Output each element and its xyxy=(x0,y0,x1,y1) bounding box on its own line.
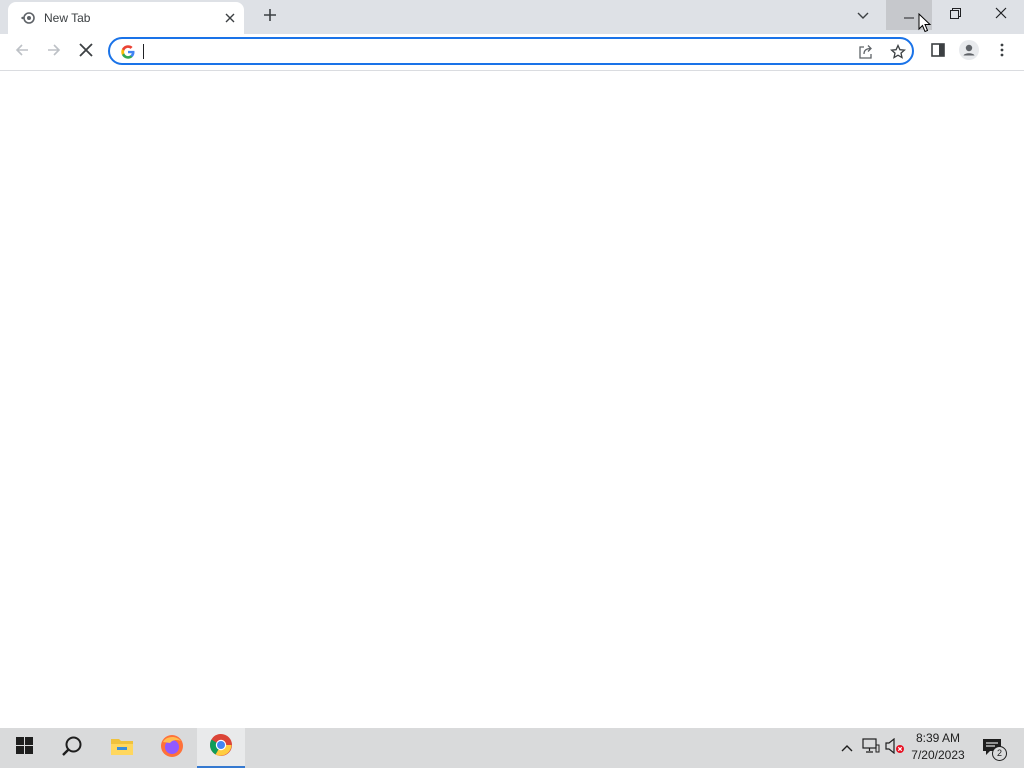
avatar-icon xyxy=(959,39,979,65)
show-hidden-icons-button[interactable] xyxy=(838,728,856,768)
side-panel-button[interactable] xyxy=(924,38,952,66)
search-icon xyxy=(61,735,83,762)
clock-time: 8:39 AM xyxy=(915,731,961,745)
google-icon xyxy=(120,44,136,60)
tab-new-tab[interactable]: New Tab xyxy=(8,2,244,34)
chevron-up-icon xyxy=(841,739,853,757)
action-center-button[interactable]: 2 xyxy=(978,728,1008,768)
back-button[interactable] xyxy=(8,38,36,66)
chrome-newtab-icon xyxy=(20,10,36,26)
arrow-left-icon xyxy=(14,42,30,63)
clock-date: 7/20/2023 xyxy=(911,748,965,762)
side-panel-icon xyxy=(931,42,945,62)
profile-button[interactable] xyxy=(955,38,983,66)
windows-taskbar: 8:39 AM 7/20/2023 2 xyxy=(0,728,1024,768)
stop-button[interactable] xyxy=(72,38,100,66)
browser-toolbar xyxy=(0,34,1024,71)
firefox-icon xyxy=(160,734,184,763)
page-content[interactable] xyxy=(0,71,1024,728)
kebab-menu-icon xyxy=(1000,43,1004,62)
chrome-icon xyxy=(209,733,233,762)
file-explorer-button[interactable] xyxy=(98,728,146,768)
notification-count-badge: 2 xyxy=(992,746,1007,761)
taskbar-search-button[interactable] xyxy=(48,728,96,768)
chevron-down-icon xyxy=(857,7,869,25)
network-icon xyxy=(862,737,880,759)
file-explorer-icon xyxy=(110,736,134,761)
start-button[interactable] xyxy=(0,728,48,768)
volume-muted-icon xyxy=(885,737,905,759)
taskbar-clock[interactable]: 8:39 AM 7/20/2023 xyxy=(906,730,970,764)
restore-button[interactable] xyxy=(932,0,978,30)
window-close-button[interactable] xyxy=(978,0,1024,30)
tab-title: New Tab xyxy=(44,11,91,25)
windows-start-icon xyxy=(15,737,33,759)
browser-menu-button[interactable] xyxy=(988,38,1016,66)
star-icon[interactable] xyxy=(888,42,908,62)
stop-icon xyxy=(79,42,93,62)
mouse-cursor-icon xyxy=(918,12,932,33)
volume-button[interactable] xyxy=(884,728,906,768)
plus-icon xyxy=(263,8,277,27)
tab-close-icon[interactable] xyxy=(220,8,240,28)
minimize-icon xyxy=(904,6,914,24)
address-bar[interactable] xyxy=(108,37,914,65)
network-status-button[interactable] xyxy=(860,728,882,768)
firefox-button[interactable] xyxy=(148,728,196,768)
chrome-taskbar-button[interactable] xyxy=(197,728,245,768)
tab-strip: New Tab xyxy=(0,0,1024,34)
restore-icon xyxy=(949,6,961,24)
forward-button[interactable] xyxy=(40,38,68,66)
omnibox-input[interactable] xyxy=(145,41,849,63)
tab-search-button[interactable] xyxy=(851,4,875,28)
new-tab-button[interactable] xyxy=(258,5,282,29)
close-icon xyxy=(995,6,1007,24)
share-icon[interactable] xyxy=(856,42,876,62)
text-caret xyxy=(143,44,144,59)
notification-icon: 2 xyxy=(982,738,1007,761)
arrow-right-icon xyxy=(46,42,62,63)
